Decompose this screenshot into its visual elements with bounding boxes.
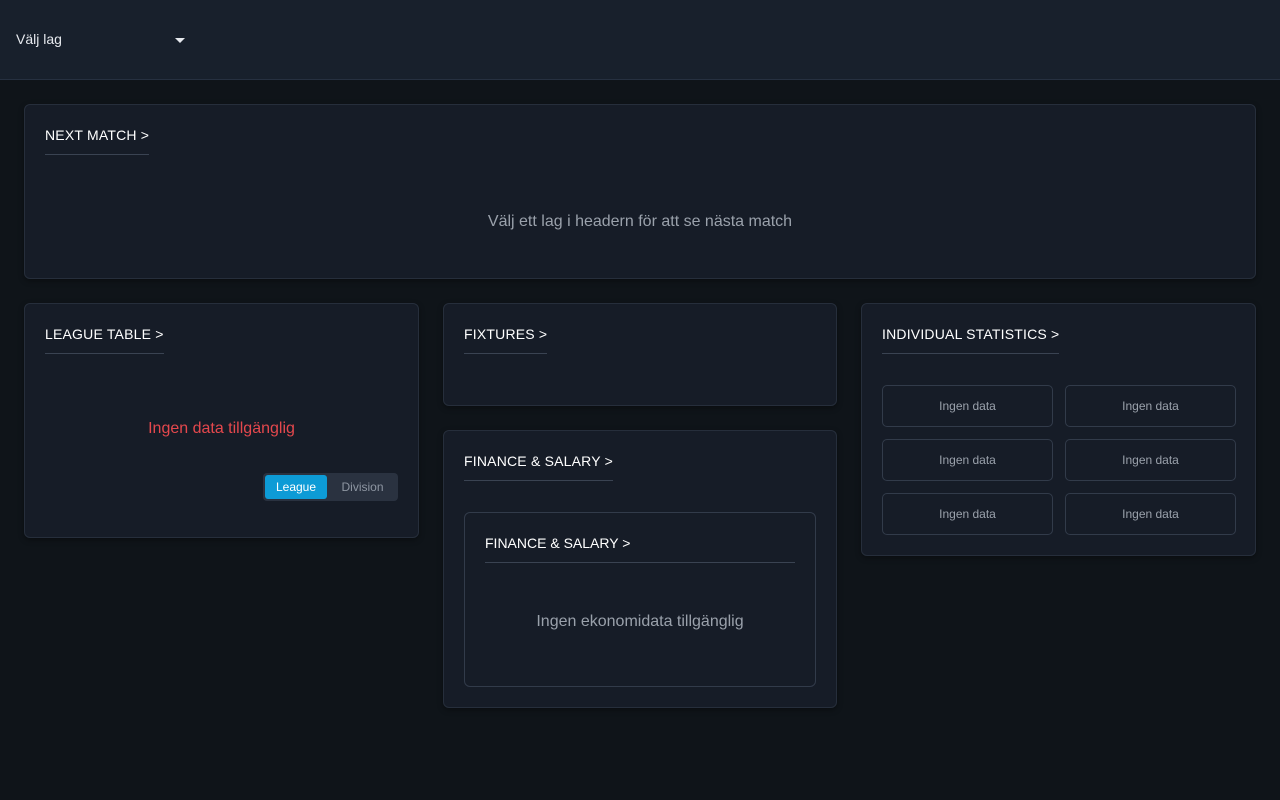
individual-statistics-title[interactable]: INDIVIDUAL STATISTICS > bbox=[882, 326, 1060, 354]
stat-box[interactable]: Ingen data bbox=[1065, 493, 1236, 535]
stat-box[interactable]: Ingen data bbox=[1065, 385, 1236, 427]
stat-box[interactable]: Ingen data bbox=[882, 493, 1053, 535]
individual-statistics-card: INDIVIDUAL STATISTICS > Ingen data Ingen… bbox=[861, 303, 1256, 556]
league-table-title[interactable]: LEAGUE TABLE > bbox=[45, 326, 164, 354]
next-match-card: NEXT MATCH > Välj ett lag i headern för … bbox=[24, 104, 1256, 279]
team-select-label: Välj lag bbox=[16, 31, 62, 47]
toggle-division-button[interactable]: Division bbox=[329, 475, 396, 499]
league-table-card: LEAGUE TABLE > Ingen data tillgänglig Le… bbox=[24, 303, 419, 538]
top-header: Välj lag bbox=[0, 0, 1280, 80]
next-match-title[interactable]: NEXT MATCH > bbox=[45, 127, 150, 155]
next-match-message: Välj ett lag i headern för att se nästa … bbox=[487, 213, 793, 230]
finance-inner-title[interactable]: FINANCE & SALARY > bbox=[485, 535, 795, 563]
stat-box[interactable]: Ingen data bbox=[882, 385, 1053, 427]
stat-box[interactable]: Ingen data bbox=[1065, 439, 1236, 481]
caret-down-icon bbox=[175, 38, 185, 43]
team-select-dropdown[interactable]: Välj lag bbox=[16, 30, 188, 50]
fixtures-title[interactable]: FIXTURES > bbox=[464, 326, 548, 354]
finance-title[interactable]: FINANCE & SALARY > bbox=[464, 453, 613, 481]
league-division-toggle: League Division bbox=[263, 473, 398, 501]
toggle-league-button[interactable]: League bbox=[265, 475, 327, 499]
stat-box[interactable]: Ingen data bbox=[882, 439, 1053, 481]
fixtures-card: FIXTURES > bbox=[443, 303, 837, 406]
finance-empty-message: Ingen ekonomidata tillgänglig bbox=[536, 613, 744, 630]
league-table-empty-message: Ingen data tillgänglig bbox=[148, 420, 295, 437]
finance-inner-card: FINANCE & SALARY > Ingen ekonomidata til… bbox=[464, 512, 816, 687]
finance-card: FINANCE & SALARY > FINANCE & SALARY > In… bbox=[443, 430, 837, 708]
